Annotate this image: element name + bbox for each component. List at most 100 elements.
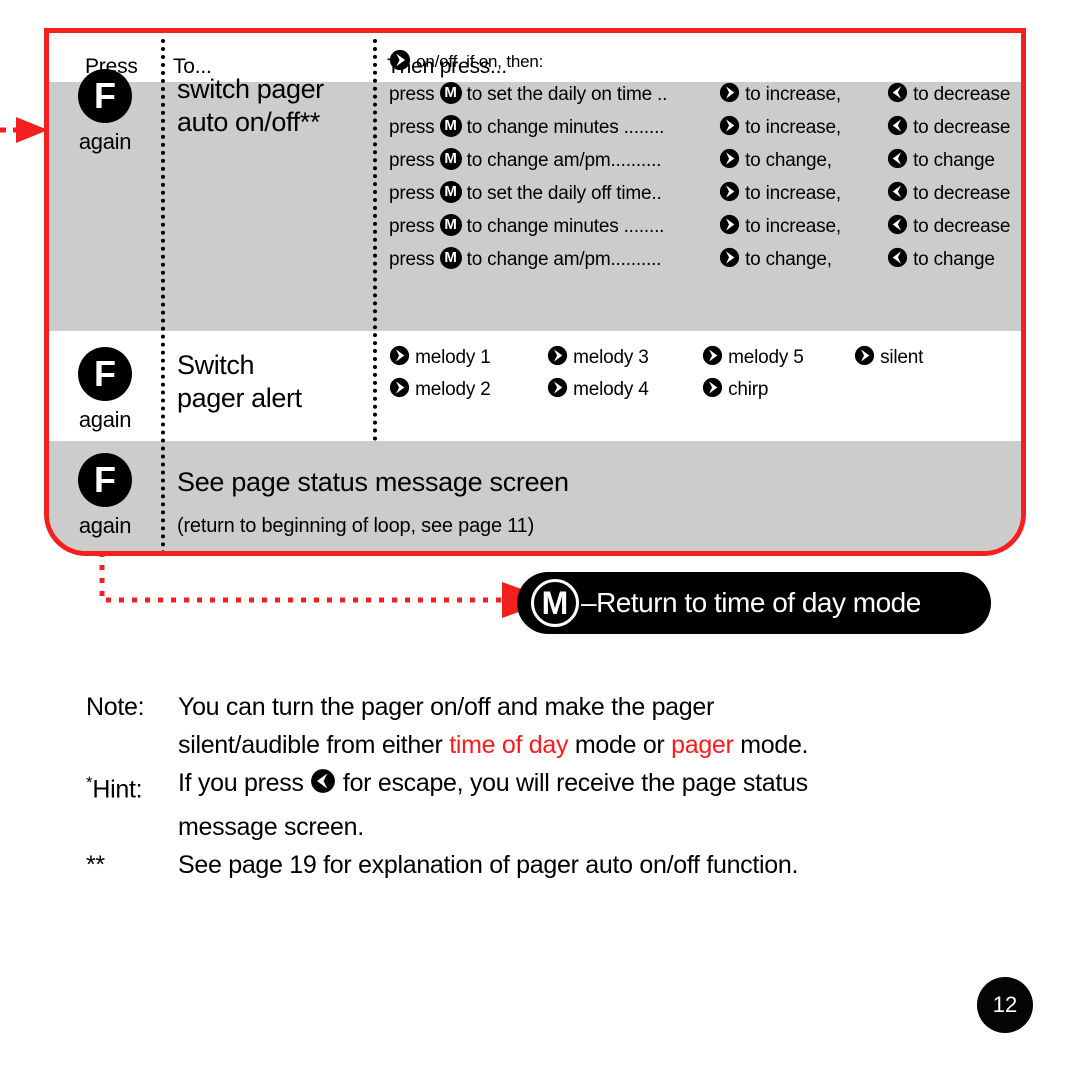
right-arrow-circle-icon xyxy=(719,248,740,268)
footnote-label: ** xyxy=(86,851,105,880)
melody-option-label: melody 4 xyxy=(573,379,649,400)
increase-text-4: to increase, xyxy=(745,183,841,204)
menu-key-icon: M xyxy=(439,246,462,269)
right-arrow-circle-icon xyxy=(547,346,568,366)
then-line-3: press M to change am/pm.......... to cha… xyxy=(389,144,1013,177)
note-highlight-pager: pager xyxy=(671,731,734,759)
to-description-pager-alert: Switch pager alert xyxy=(177,349,302,415)
to-description-auto-onoff: switch pager auto on/off** xyxy=(177,73,324,139)
right-arrow-circle-icon xyxy=(702,346,723,366)
right-arrow-circle-icon xyxy=(389,346,410,366)
hint-text-1: If you press for escape, you will receiv… xyxy=(178,764,986,808)
left-arrow-circle-icon xyxy=(887,248,908,268)
column-divider-to-then xyxy=(373,39,377,441)
action-text-5: to change minutes ........ xyxy=(466,216,665,237)
then-line-2: press M to change minutes ........ to in… xyxy=(389,111,1013,144)
action-text-6: to change am/pm.......... xyxy=(466,249,662,270)
press-word-5: press xyxy=(389,216,435,237)
note-text-2: silent/audible from either time of day m… xyxy=(178,726,986,764)
hint-line-2: message screen. xyxy=(86,808,986,846)
left-arrow-circle-icon xyxy=(887,83,908,103)
decrease-text-1: to decrease xyxy=(913,84,1011,105)
note-label-spacer xyxy=(86,726,178,764)
footnote-text: See page 19 for explanation of pager aut… xyxy=(178,851,799,880)
press-word-2: press xyxy=(389,117,435,138)
melody-option: melody 1 xyxy=(389,345,547,371)
to-line-2: auto on/off** xyxy=(177,106,320,137)
notes-section: Note: You can turn the pager on/off and … xyxy=(86,688,986,884)
press-key-cell-page-status: F again xyxy=(49,453,161,539)
left-arrow-circle-icon xyxy=(887,182,908,202)
note-text-2c: mode. xyxy=(733,731,809,759)
press-word-3: press xyxy=(389,150,435,171)
right-arrow-circle-icon xyxy=(389,49,411,71)
melody-option: chirp xyxy=(702,377,854,403)
left-arrow-circle-icon xyxy=(311,769,336,794)
right-arrow-circle-icon xyxy=(389,378,410,398)
then-line-onoff-text: on/off, if on, then: xyxy=(416,52,544,71)
menu-key-icon: M xyxy=(439,114,462,137)
decrease-text-2: to decrease xyxy=(913,117,1011,138)
note-highlight-time-of-day: time of day xyxy=(449,731,569,759)
then-line-6: press M to change am/pm.......... to cha… xyxy=(389,243,1013,276)
melody-row-1: melody 1 melody 3 melody 5 silent xyxy=(389,345,1013,371)
press-again-label: again xyxy=(78,513,132,538)
melody-option: silent xyxy=(854,345,923,371)
return-to-time-of-day-pill[interactable]: M –Return to time of day mode xyxy=(517,572,991,634)
to-line-1: switch pager xyxy=(177,74,324,104)
hint-label-spacer xyxy=(86,808,178,846)
then-line-onoff: on/off, if on, then: xyxy=(389,45,1013,78)
note-text-2b: mode or xyxy=(568,731,672,759)
right-arrow-circle-icon xyxy=(854,346,875,366)
hint-line-1: *Hint: If you press for escape, you will… xyxy=(86,764,986,808)
decrease-text-4: to decrease xyxy=(913,183,1011,204)
function-key-icon: F xyxy=(78,453,132,507)
melody-option: melody 5 xyxy=(702,345,854,371)
menu-key-icon: M xyxy=(439,213,462,236)
hint-text-1b: for escape, you will receive the page st… xyxy=(336,769,808,797)
note-line-1: Note: You can turn the pager on/off and … xyxy=(86,688,986,726)
to-line-2: pager alert xyxy=(177,382,302,413)
melody-option-label: silent xyxy=(880,347,924,368)
melody-option-label: melody 1 xyxy=(415,347,491,368)
melody-option: melody 3 xyxy=(547,345,702,371)
note-line-2: silent/audible from either time of day m… xyxy=(86,726,986,764)
press-again-label: again xyxy=(78,407,132,432)
change-text-6b: to change xyxy=(913,249,995,270)
change-text-3: to change, xyxy=(745,150,832,171)
action-text-2: to change minutes ........ xyxy=(466,117,665,138)
press-word-6: press xyxy=(389,249,435,270)
hint-text-1a: If you press xyxy=(178,769,311,797)
press-word-4: press xyxy=(389,183,435,204)
page-status-subtitle: (return to beginning of loop, see page 1… xyxy=(177,515,535,537)
melody-option: melody 4 xyxy=(547,377,702,403)
then-line-1: press M to set the daily on time .. to i… xyxy=(389,78,1013,111)
melody-option-label: melody 5 xyxy=(728,347,804,368)
increase-text-1: to increase, xyxy=(745,84,841,105)
menu-key-icon: M xyxy=(439,81,462,104)
action-text-1: to set the daily on time .. xyxy=(466,84,668,105)
menu-key-icon: M xyxy=(531,579,579,627)
menu-key-icon: M xyxy=(439,147,462,170)
to-line-1: Switch xyxy=(177,350,255,380)
mode-pill-text: Return to time of day mode xyxy=(596,587,921,618)
change-text-6: to change, xyxy=(745,249,832,270)
left-arrow-circle-icon xyxy=(887,116,908,136)
right-arrow-circle-icon xyxy=(719,149,740,169)
return-flow-path xyxy=(99,552,552,618)
note-text-2a: silent/audible from either xyxy=(178,731,450,759)
then-line-5: press M to change minutes ........ to in… xyxy=(389,210,1013,243)
note-text-1: You can turn the pager on/off and make t… xyxy=(178,693,715,721)
right-arrow-circle-icon xyxy=(719,116,740,136)
melody-option-label: melody 3 xyxy=(573,347,649,368)
melody-option-label: chirp xyxy=(728,379,769,400)
footnote-line: ** See page 19 for explanation of pager … xyxy=(86,846,986,884)
hint-label: *Hint: xyxy=(86,764,178,808)
right-arrow-circle-icon xyxy=(547,378,568,398)
then-press-cell-auto-onoff: on/off, if on, then: press M to set the … xyxy=(389,45,1013,276)
hint-text-2: message screen. xyxy=(178,813,364,842)
mode-pill-label: –Return to time of day mode xyxy=(581,587,921,619)
change-text-3b: to change xyxy=(913,150,995,171)
page-status-title: See page status message screen xyxy=(177,467,569,497)
left-arrow-circle-icon xyxy=(887,149,908,169)
